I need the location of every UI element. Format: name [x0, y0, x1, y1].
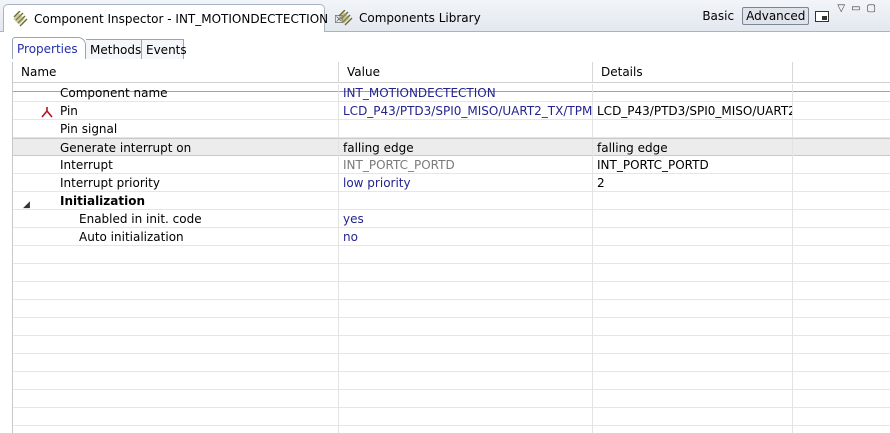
basic-mode-button[interactable]: Basic — [698, 7, 738, 25]
window-controls: ▽ ▭ ▢ — [837, 4, 890, 28]
property-details — [593, 210, 793, 228]
component-icon — [337, 10, 353, 26]
view-layout-icon[interactable] — [815, 10, 830, 22]
empty-row — [13, 390, 890, 408]
tab-components-library[interactable]: Components Library — [329, 4, 487, 32]
empty-cell — [793, 210, 890, 228]
property-name: Pin signal — [13, 120, 339, 138]
empty-cell — [793, 139, 890, 157]
empty-row — [13, 264, 890, 282]
view-menu-icon[interactable]: ▽ — [837, 4, 845, 14]
view-tab-bar: Component Inspector - INT_MOTIONDECTECTI… — [0, 0, 890, 33]
empty-row — [13, 282, 890, 300]
property-value[interactable]: INT_MOTIONDECTECTION — [339, 84, 593, 102]
empty-cell — [793, 156, 890, 174]
properties-table: Name Value Details Component name INT_MO… — [12, 62, 890, 433]
column-header-name[interactable]: Name — [13, 62, 339, 83]
mode-toolbar: Basic Advanced ▽ ▭ ▢ — [698, 4, 890, 28]
table-row[interactable]: Auto initialization no — [13, 228, 890, 246]
column-header-empty — [793, 62, 890, 83]
empty-row — [13, 372, 890, 390]
library-tab-label: Components Library — [359, 11, 481, 25]
group-name-cell: ◢ Initialization — [13, 192, 339, 210]
table-row-selected[interactable]: Generate interrupt on falling edge falli… — [13, 138, 890, 157]
property-details: falling edge — [593, 139, 793, 157]
empty-row — [13, 246, 890, 264]
property-name: Pin — [60, 104, 78, 118]
property-details: 2 — [593, 174, 793, 192]
empty-cell — [793, 102, 890, 120]
table-row[interactable]: Interrupt priority low priority 2 — [13, 174, 890, 192]
maximize-icon[interactable]: ▢ — [867, 4, 876, 14]
table-row-group[interactable]: ◢ Initialization — [13, 192, 890, 210]
property-value — [339, 192, 593, 210]
advanced-mode-button[interactable]: Advanced — [742, 7, 810, 25]
empty-cell — [793, 228, 890, 246]
property-details — [593, 192, 793, 210]
group-name: Initialization — [60, 194, 146, 208]
property-details: INT_PORTC_PORTD — [593, 156, 793, 174]
empty-cell — [793, 120, 890, 138]
inspector-tab-label: Component Inspector - INT_MOTIONDECTECTI… — [34, 12, 329, 26]
tab-properties[interactable]: Properties — [12, 37, 86, 59]
property-value[interactable]: low priority — [339, 174, 593, 192]
property-value[interactable]: LCD_P43/PTD3/SPI0_MISO/UART2_TX/TPM0... — [339, 102, 593, 120]
empty-cell — [793, 84, 890, 102]
tab-events[interactable]: Events — [142, 39, 187, 59]
empty-row — [13, 300, 890, 318]
table-row[interactable]: Pin signal — [13, 120, 890, 138]
table-row[interactable]: Enabled in init. code yes — [13, 210, 890, 228]
component-icon — [12, 11, 28, 27]
pin-icon — [41, 105, 53, 118]
property-details — [593, 228, 793, 246]
empty-row — [13, 336, 890, 354]
property-value[interactable]: yes — [339, 210, 593, 228]
property-value[interactable]: falling edge — [339, 139, 593, 157]
property-details: LCD_P43/PTD3/SPI0_MISO/UART2... — [593, 102, 793, 120]
property-value: INT_PORTC_PORTD — [339, 156, 593, 174]
table-row[interactable]: Component name INT_MOTIONDECTECTION — [13, 84, 890, 102]
property-name: Enabled in init. code — [13, 210, 339, 228]
empty-cell — [793, 174, 890, 192]
property-value[interactable] — [339, 120, 593, 138]
property-name: Auto initialization — [13, 228, 339, 246]
empty-row — [13, 426, 890, 433]
tab-methods[interactable]: Methods — [86, 39, 142, 59]
table-body: Component name INT_MOTIONDECTECTION Pin … — [13, 84, 890, 433]
empty-cell — [793, 192, 890, 210]
expand-collapse-icon[interactable]: ◢ — [23, 196, 30, 210]
table-row[interactable]: Pin LCD_P43/PTD3/SPI0_MISO/UART2_TX/TPM0… — [13, 102, 890, 120]
property-name-cell: Pin — [13, 102, 339, 120]
inspector-subtabs: Properties Methods Events — [0, 32, 890, 92]
column-header-details[interactable]: Details — [593, 62, 793, 83]
empty-row — [13, 354, 890, 372]
property-name: Interrupt — [13, 156, 339, 174]
property-name: Component name — [13, 84, 339, 102]
column-header-value[interactable]: Value — [339, 62, 593, 83]
table-row[interactable]: Interrupt INT_PORTC_PORTD INT_PORTC_PORT… — [13, 156, 890, 174]
property-name: Interrupt priority — [13, 174, 339, 192]
table-header: Name Value Details — [13, 62, 890, 83]
property-details — [593, 84, 793, 102]
property-value[interactable]: no — [339, 228, 593, 246]
minimize-icon[interactable]: ▭ — [851, 4, 860, 14]
property-name: Generate interrupt on — [13, 139, 339, 157]
empty-row — [13, 408, 890, 426]
tab-component-inspector[interactable]: Component Inspector - INT_MOTIONDECTECTI… — [3, 4, 344, 33]
property-details — [593, 120, 793, 138]
empty-row — [13, 318, 890, 336]
